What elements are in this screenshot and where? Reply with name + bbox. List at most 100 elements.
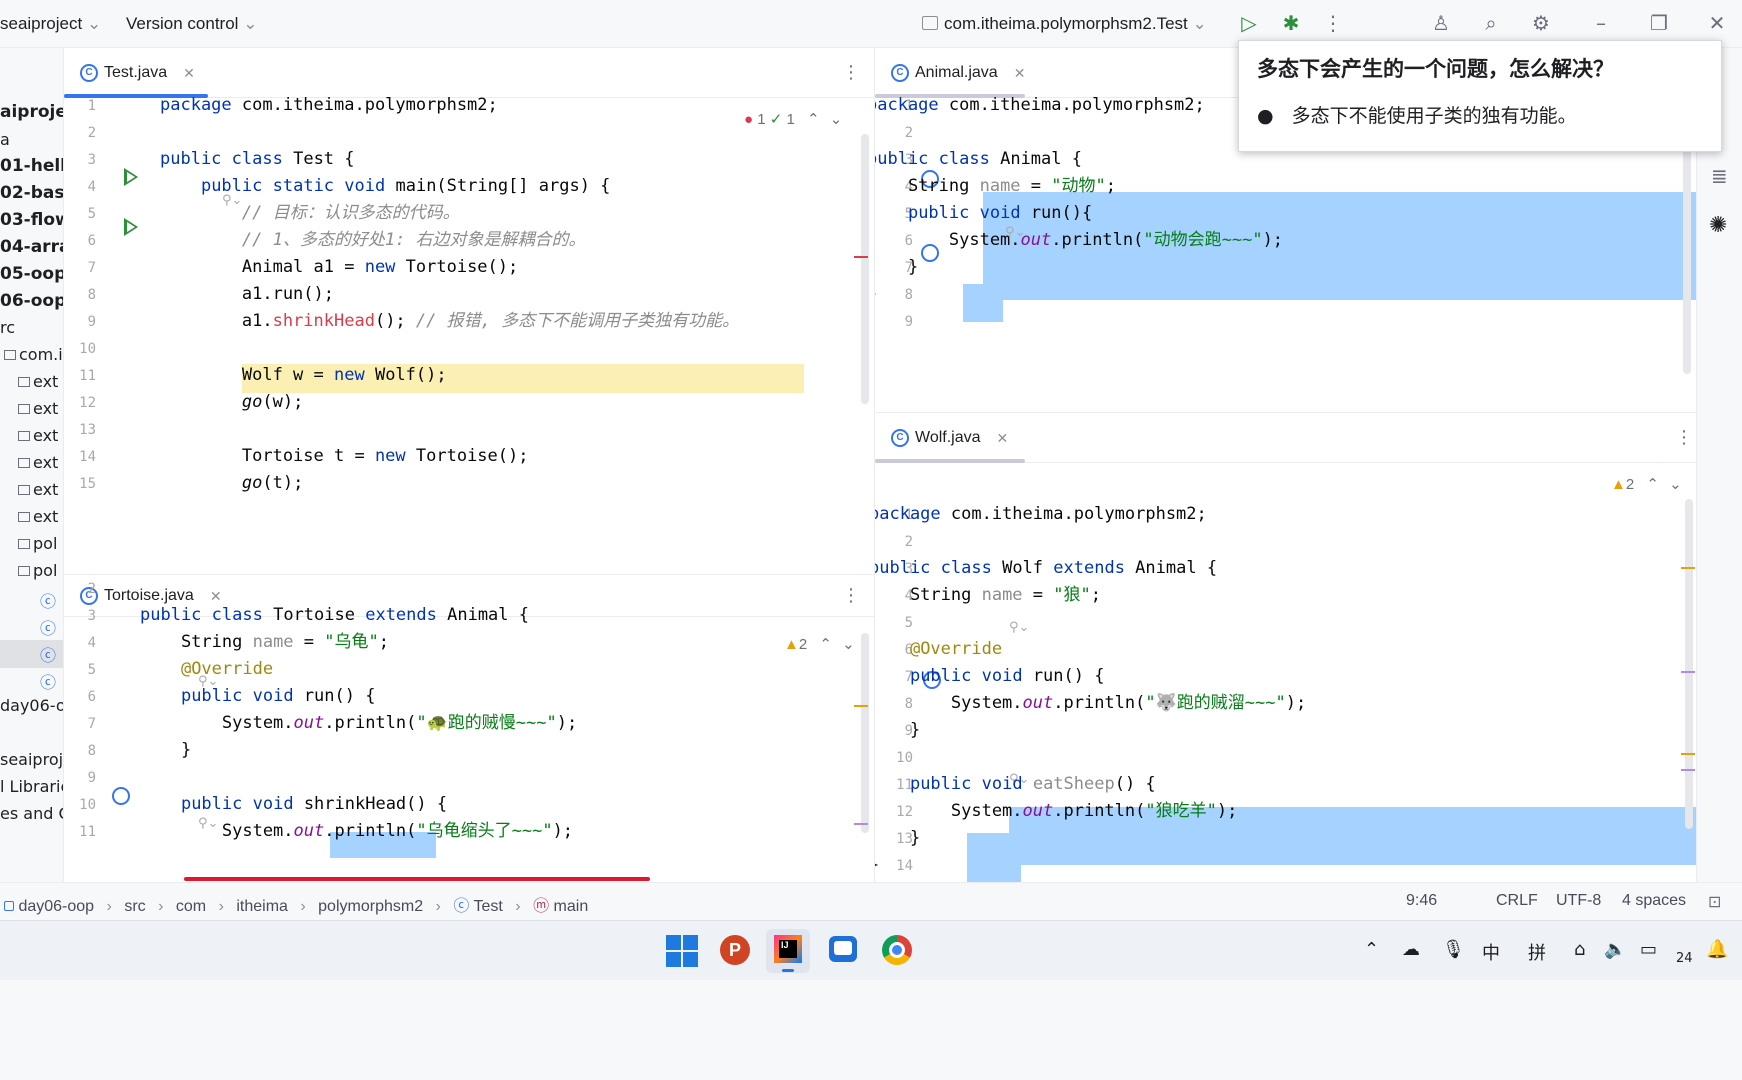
run-main-icon[interactable] <box>124 218 138 236</box>
tree-item[interactable]: pol <box>18 534 57 562</box>
tree-item[interactable]: ext <box>18 399 58 427</box>
code-line[interactable]: a1.shrinkHead(); // 报错, 多态下不能调用子类独有功能。 <box>160 308 739 335</box>
code-line[interactable]: System.out.println("🐺跑的贼溜~~~"); <box>875 690 1306 717</box>
code-line[interactable]: public void shrinkHead() { <box>140 791 447 818</box>
tree-item[interactable]: com.it <box>4 345 63 373</box>
run-class-icon[interactable] <box>124 168 138 186</box>
tree-item[interactable]: l Librarie <box>0 777 63 805</box>
more-icon[interactable]: ⋮ <box>842 62 860 83</box>
code-line[interactable]: String name = "动物"; <box>875 173 1116 200</box>
tree-item[interactable]: seaiproje <box>0 750 63 778</box>
override-gutter-icon[interactable] <box>112 787 130 805</box>
code-line[interactable]: public class Wolf extends Animal { <box>875 555 1217 582</box>
code-line[interactable]: // 目标：认识多态的代码。 <box>160 200 460 227</box>
code-line[interactable]: package com.itheima.polymorphsm2; <box>875 501 1207 528</box>
breadcrumb-item[interactable]: com <box>176 898 206 915</box>
code-line[interactable]: } <box>140 737 191 764</box>
tree-item[interactable]: a <box>0 130 10 158</box>
tree-item[interactable]: 03-flow <box>0 210 63 238</box>
code-line[interactable]: String name = "乌龟"; <box>140 629 389 656</box>
file-encoding[interactable]: UTF-8 <box>1556 892 1601 910</box>
code-line[interactable]: public class Tortoise extends Animal { <box>140 602 529 629</box>
code-line[interactable]: a1.run(); <box>160 281 334 308</box>
code-line[interactable]: } <box>875 254 918 281</box>
tree-item[interactable]: ext <box>18 480 58 508</box>
close-tab-icon[interactable]: ✕ <box>997 413 1009 463</box>
breadcrumb-item[interactable]: main <box>554 898 589 915</box>
search-icon[interactable]: ⌕ <box>1478 10 1504 36</box>
project-switcher[interactable]: seaiproject ⌄ <box>0 14 101 34</box>
breadcrumb-item[interactable]: Test <box>474 898 503 915</box>
code-line[interactable]: } <box>875 717 920 744</box>
inspection-widget[interactable]: ▲2 ⌃ ⌄ <box>784 635 855 653</box>
code-line[interactable]: go(w); <box>160 389 303 416</box>
code-line[interactable]: } <box>875 825 920 852</box>
class-file-icon[interactable]: ⓒ <box>40 588 56 616</box>
tree-item[interactable]: rc <box>0 318 15 346</box>
code-line[interactable]: } <box>875 281 877 308</box>
inspection-widget[interactable]: ▲2 ⌃ ⌄ <box>1611 475 1682 493</box>
code-line[interactable]: } <box>875 852 879 879</box>
settings-gear-icon[interactable]: ⚙ <box>1528 10 1554 36</box>
code-line[interactable]: public void eatSheep() { <box>875 771 1156 798</box>
ai-lens-icon[interactable]: ⚲⌄ <box>1009 619 1029 635</box>
line-separator[interactable]: CRLF <box>1496 892 1538 910</box>
close-tab-icon[interactable]: ✕ <box>1014 48 1026 98</box>
class-file-icon[interactable]: ⓒ <box>40 642 56 670</box>
code-line[interactable]: public class Test { <box>160 146 355 173</box>
tab-animal-java[interactable]: C Animal.java ✕ <box>875 48 1025 98</box>
code-line[interactable]: public static void main(String[] args) { <box>160 173 610 200</box>
code-line[interactable]: public void run() { <box>140 683 376 710</box>
code-line[interactable]: go(t); <box>160 470 303 497</box>
tree-item[interactable]: es and C <box>0 804 63 832</box>
code-line[interactable]: System.out.println("乌龟缩头了~~~"); <box>140 818 573 845</box>
tree-item[interactable]: ext <box>18 453 58 481</box>
code-line[interactable]: System.out.println("🐢跑的贼慢~~~"); <box>140 710 577 737</box>
tree-item[interactable]: pol <box>18 561 57 589</box>
ime-mode[interactable]: 中 <box>1482 939 1500 965</box>
code-line[interactable]: String name = "狼"; <box>875 582 1101 609</box>
more-icon[interactable]: ⋮ <box>1675 427 1693 448</box>
chat-app-icon[interactable] <box>820 929 864 973</box>
tree-item[interactable]: ext <box>18 507 58 535</box>
tab-wolf-java[interactable]: C Wolf.java ✕ <box>875 413 1008 463</box>
clock-date[interactable]: 24 <box>1676 951 1693 966</box>
lock-icon[interactable]: ⊡ <box>1708 892 1721 912</box>
close-tab-icon[interactable]: ✕ <box>183 48 195 98</box>
tab-test-java[interactable]: C Test.java ✕ <box>64 48 195 98</box>
breadcrumb-item[interactable]: day06-oop <box>18 898 94 915</box>
start-windows-icon[interactable] <box>660 929 704 973</box>
database-icon[interactable]: ≣ <box>1711 164 1728 189</box>
code-line[interactable]: public void run(){ <box>875 200 1092 227</box>
indent-setting[interactable]: 4 spaces <box>1622 892 1686 910</box>
breadcrumb-item[interactable]: src <box>124 898 145 915</box>
caret-position[interactable]: 9:46 <box>1406 892 1437 910</box>
code-line[interactable]: System.out.println("狼吃羊"); <box>875 798 1237 825</box>
vcs-menu[interactable]: Version control ⌄ <box>126 14 257 34</box>
powerpoint-icon[interactable]: P <box>712 929 756 973</box>
more-actions-icon[interactable]: ⋮ <box>1320 10 1346 36</box>
tray-chevron-icon[interactable]: ⌃ <box>1364 939 1379 960</box>
code-line[interactable]: Animal a1 = new Tortoise(); <box>160 254 518 281</box>
tree-item[interactable]: ext <box>18 426 58 454</box>
maximize-icon[interactable]: ❐ <box>1646 10 1672 36</box>
cloud-icon[interactable]: ☁ <box>1402 939 1420 960</box>
minimize-icon[interactable]: – <box>1588 10 1614 36</box>
add-user-icon[interactable]: ♙ <box>1428 10 1454 36</box>
code-line[interactable]: System.out.println("动物会跑~~~"); <box>875 227 1283 254</box>
code-line[interactable]: public class Animal { <box>875 146 1082 173</box>
code-line[interactable]: @Override <box>875 636 1002 663</box>
intellij-idea-icon[interactable]: IJ <box>766 929 810 973</box>
battery-icon[interactable]: ▭ <box>1640 939 1657 960</box>
ime-pinyin[interactable]: 拼 <box>1528 939 1546 965</box>
breadcrumb-item[interactable]: itheima <box>236 898 288 915</box>
tree-item[interactable]: day06-oo <box>0 696 63 724</box>
code-line[interactable]: package com.itheima.polymorphsm2; <box>875 92 1205 119</box>
breadcrumb-item[interactable]: polymorphsm2 <box>318 898 423 915</box>
code-line[interactable]: package com.itheima.polymorphsm2; <box>160 92 498 119</box>
network-icon[interactable]: ⌂ <box>1574 939 1585 960</box>
code-line[interactable]: // 1、多态的好处1: 右边对象是解耦合的。 <box>160 227 586 254</box>
code-line[interactable]: @Override <box>140 656 273 683</box>
ai-assistant-icon[interactable]: ✺ <box>1709 212 1727 238</box>
tree-item[interactable]: ext <box>18 372 58 400</box>
